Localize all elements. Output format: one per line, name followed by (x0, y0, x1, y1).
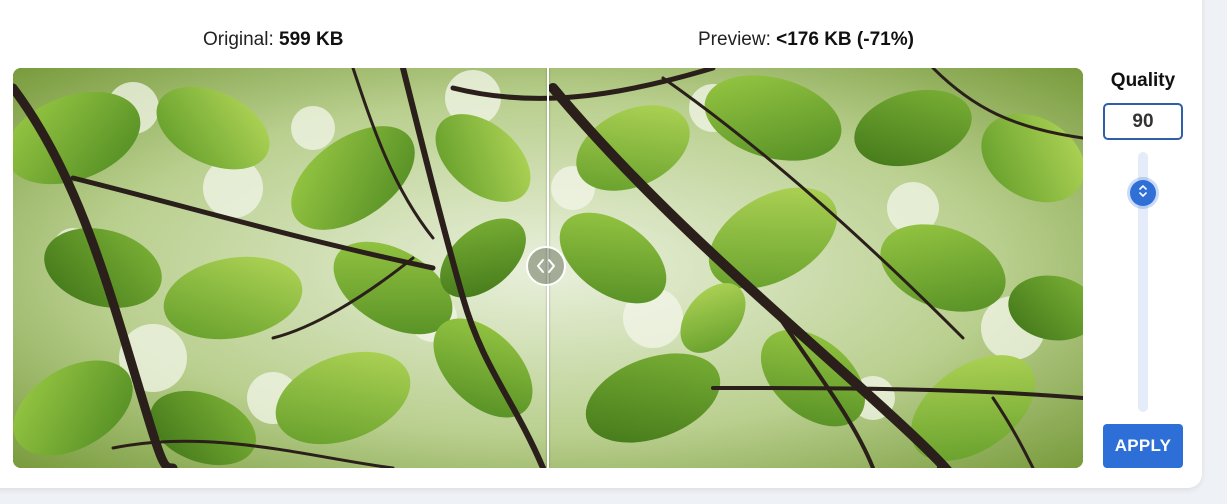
chevron-left-right-icon (534, 254, 558, 278)
quality-input[interactable] (1103, 103, 1183, 140)
quality-slider-thumb[interactable] (1130, 180, 1156, 206)
apply-button[interactable]: APPLY (1103, 424, 1183, 468)
preview-size-label: Preview: <176 KB (-71%) (698, 29, 914, 51)
compare-handle[interactable] (526, 246, 566, 286)
preview-prefix: Preview: (698, 29, 771, 50)
chevron-up-down-icon (1137, 184, 1149, 203)
quality-title: Quality (1110, 70, 1176, 91)
original-size-value: 599 KB (279, 29, 344, 50)
preview-size-value: <176 KB (-71%) (776, 29, 914, 50)
original-prefix: Original: (203, 29, 274, 50)
original-size-label: Original: 599 KB (203, 29, 343, 51)
image-compare-view[interactable] (13, 68, 1083, 468)
